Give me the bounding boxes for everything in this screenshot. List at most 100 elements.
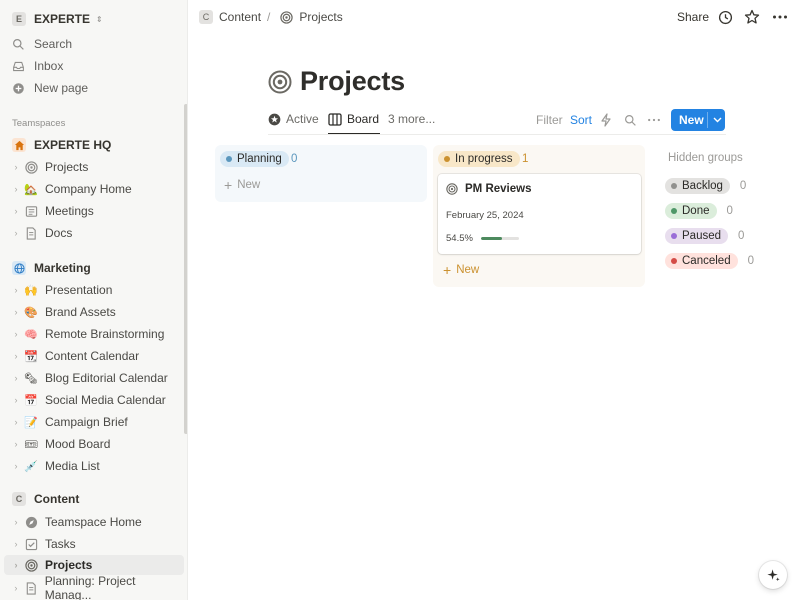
sidebar-item-content-calendar[interactable]: › 📆 Content Calendar [0, 346, 184, 366]
new-button[interactable]: New [671, 109, 725, 131]
tab-board[interactable]: Board [328, 112, 379, 126]
new-button-divider [707, 112, 708, 128]
nav-inbox[interactable]: Inbox [12, 57, 63, 75]
add-card-button[interactable]: + New [443, 262, 479, 278]
syringe-icon: 💉 [24, 460, 38, 473]
teamspace-content[interactable]: C Content [12, 490, 79, 508]
hidden-group-paused[interactable]: Paused 0 [665, 227, 744, 245]
target-icon[interactable] [268, 70, 292, 94]
chevron-right-icon[interactable]: › [9, 517, 23, 527]
sidebar-item-label: Brand Assets [45, 305, 116, 319]
sidebar-item-company-home[interactable]: › 🏡 Company Home [0, 179, 184, 199]
status-label: Done [682, 205, 710, 217]
nav-search[interactable]: Search [12, 35, 72, 53]
nav-new-page[interactable]: New page [12, 79, 88, 97]
card-progress: 54.5% [446, 233, 519, 244]
chevron-right-icon[interactable]: › [9, 228, 23, 238]
teamspace-marketing[interactable]: Marketing [12, 259, 91, 277]
hidden-group-backlog[interactable]: Backlog 0 [665, 177, 746, 195]
chevron-right-icon[interactable]: › [9, 583, 23, 593]
chevron-right-icon[interactable]: › [9, 307, 23, 317]
status-badge: Done [665, 203, 717, 219]
home-icon [12, 138, 26, 152]
breadcrumb-content[interactable]: Content [219, 10, 261, 24]
search-icon[interactable] [622, 112, 638, 128]
chevron-right-icon[interactable]: › [9, 162, 23, 172]
chevron-right-icon[interactable]: › [9, 395, 23, 405]
status-dot [226, 156, 232, 162]
sidebar-item-label: Media List [45, 459, 100, 473]
sidebar-item-remote-brainstorming[interactable]: › 🧠 Remote Brainstorming [0, 324, 184, 344]
star-icon[interactable] [744, 9, 760, 25]
lightning-icon[interactable] [598, 112, 614, 128]
workspace-name: EXPERTE [34, 12, 91, 26]
sidebar-item-label: Blog Editorial Calendar [45, 371, 168, 385]
add-card-button[interactable]: + New [224, 178, 260, 192]
sidebar-item-blog-editorial-calendar[interactable]: › 🗞 Blog Editorial Calendar [0, 368, 184, 388]
hidden-group-done[interactable]: Done 0 [665, 202, 733, 220]
workspace-switcher[interactable]: E EXPERTE ⇕ [12, 10, 103, 28]
chevron-right-icon[interactable]: › [9, 206, 23, 216]
chevron-right-icon[interactable]: › [9, 329, 23, 339]
chevron-right-icon[interactable]: › [9, 539, 23, 549]
sidebar-item-label: Presentation [45, 283, 113, 297]
filter-button[interactable]: Filter [536, 113, 563, 127]
teamspaces-label: Teamspaces [12, 118, 66, 129]
share-button[interactable]: Share [677, 10, 709, 24]
sidebar-item-brand-assets[interactable]: › 🎨 Brand Assets [0, 302, 184, 322]
chevron-down-icon[interactable] [710, 112, 724, 128]
board-card[interactable]: PM Reviews February 25, 2024 54.5% [438, 174, 641, 254]
chevron-right-icon[interactable]: › [9, 461, 23, 471]
status-badge[interactable]: Planning [220, 151, 289, 167]
sidebar-scrollbar[interactable] [184, 104, 187, 434]
status-badge[interactable]: In progress [438, 151, 520, 167]
ai-assistant-button[interactable] [759, 561, 787, 589]
sidebar-item-projects[interactable]: › Projects [0, 157, 184, 177]
sidebar-item-campaign-brief[interactable]: › 📝 Campaign Brief [0, 412, 184, 432]
page-title-text[interactable]: Projects [300, 66, 405, 97]
teamspace-badge: C [12, 492, 26, 506]
status-dot [671, 233, 677, 239]
sidebar-item-label: Campaign Brief [45, 415, 128, 429]
sidebar-item-label: Social Media Calendar [45, 393, 166, 407]
sidebar-item-teamspace-home[interactable]: › Teamspace Home [0, 512, 184, 532]
sidebar-item-meetings[interactable]: › Meetings [0, 201, 184, 221]
plus-icon: + [443, 262, 452, 278]
teamspace-name: Content [34, 492, 80, 506]
palette-icon: 🎨 [24, 306, 38, 319]
sidebar-item-presentation[interactable]: › 🙌 Presentation [0, 280, 184, 300]
new-button-label: New [679, 113, 704, 127]
sidebar-item-media-list[interactable]: › 💉 Media List [0, 456, 184, 476]
chevron-right-icon[interactable]: › [9, 351, 23, 361]
chevron-right-icon[interactable]: › [9, 373, 23, 383]
hidden-group-canceled[interactable]: Canceled 0 [665, 252, 754, 270]
clock-icon[interactable] [717, 9, 733, 25]
chevron-right-icon[interactable]: › [9, 560, 23, 570]
chevron-right-icon[interactable]: › [9, 417, 23, 427]
breadcrumb-projects[interactable]: Projects [299, 10, 342, 24]
sidebar-item-label: Remote Brainstorming [45, 327, 165, 341]
more-views-button[interactable]: 3 more... [388, 112, 435, 126]
teamspace-name: Marketing [34, 261, 91, 275]
teamspace-experte-hq[interactable]: EXPERTE HQ [12, 136, 111, 154]
sidebar-item-docs[interactable]: › Docs [0, 223, 184, 243]
raised-hands-icon: 🙌 [24, 284, 38, 297]
sidebar-item-planning[interactable]: › Planning: Project Manag... [0, 574, 184, 600]
sidebar-item-label: Mood Board [45, 437, 111, 451]
sidebar-item-projects-selected[interactable]: › Projects [4, 555, 184, 575]
column-count: 0 [291, 153, 298, 165]
more-icon[interactable] [772, 9, 788, 25]
chevron-right-icon[interactable]: › [9, 439, 23, 449]
sidebar-item-social-media-calendar[interactable]: › 📅 Social Media Calendar [0, 390, 184, 410]
sort-button[interactable]: Sort [570, 113, 592, 127]
more-icon[interactable] [646, 112, 662, 128]
group-count: 0 [747, 255, 754, 267]
chevron-right-icon[interactable]: › [9, 285, 23, 295]
sidebar-item-tasks[interactable]: › Tasks [0, 534, 184, 554]
chevron-right-icon[interactable]: › [9, 184, 23, 194]
view-divider [268, 134, 726, 135]
doc-icon [23, 580, 39, 596]
tab-active[interactable]: Active [268, 112, 319, 126]
sidebar-item-mood-board[interactable]: › 🎟 Mood Board [0, 434, 184, 454]
board-icon [328, 112, 342, 126]
